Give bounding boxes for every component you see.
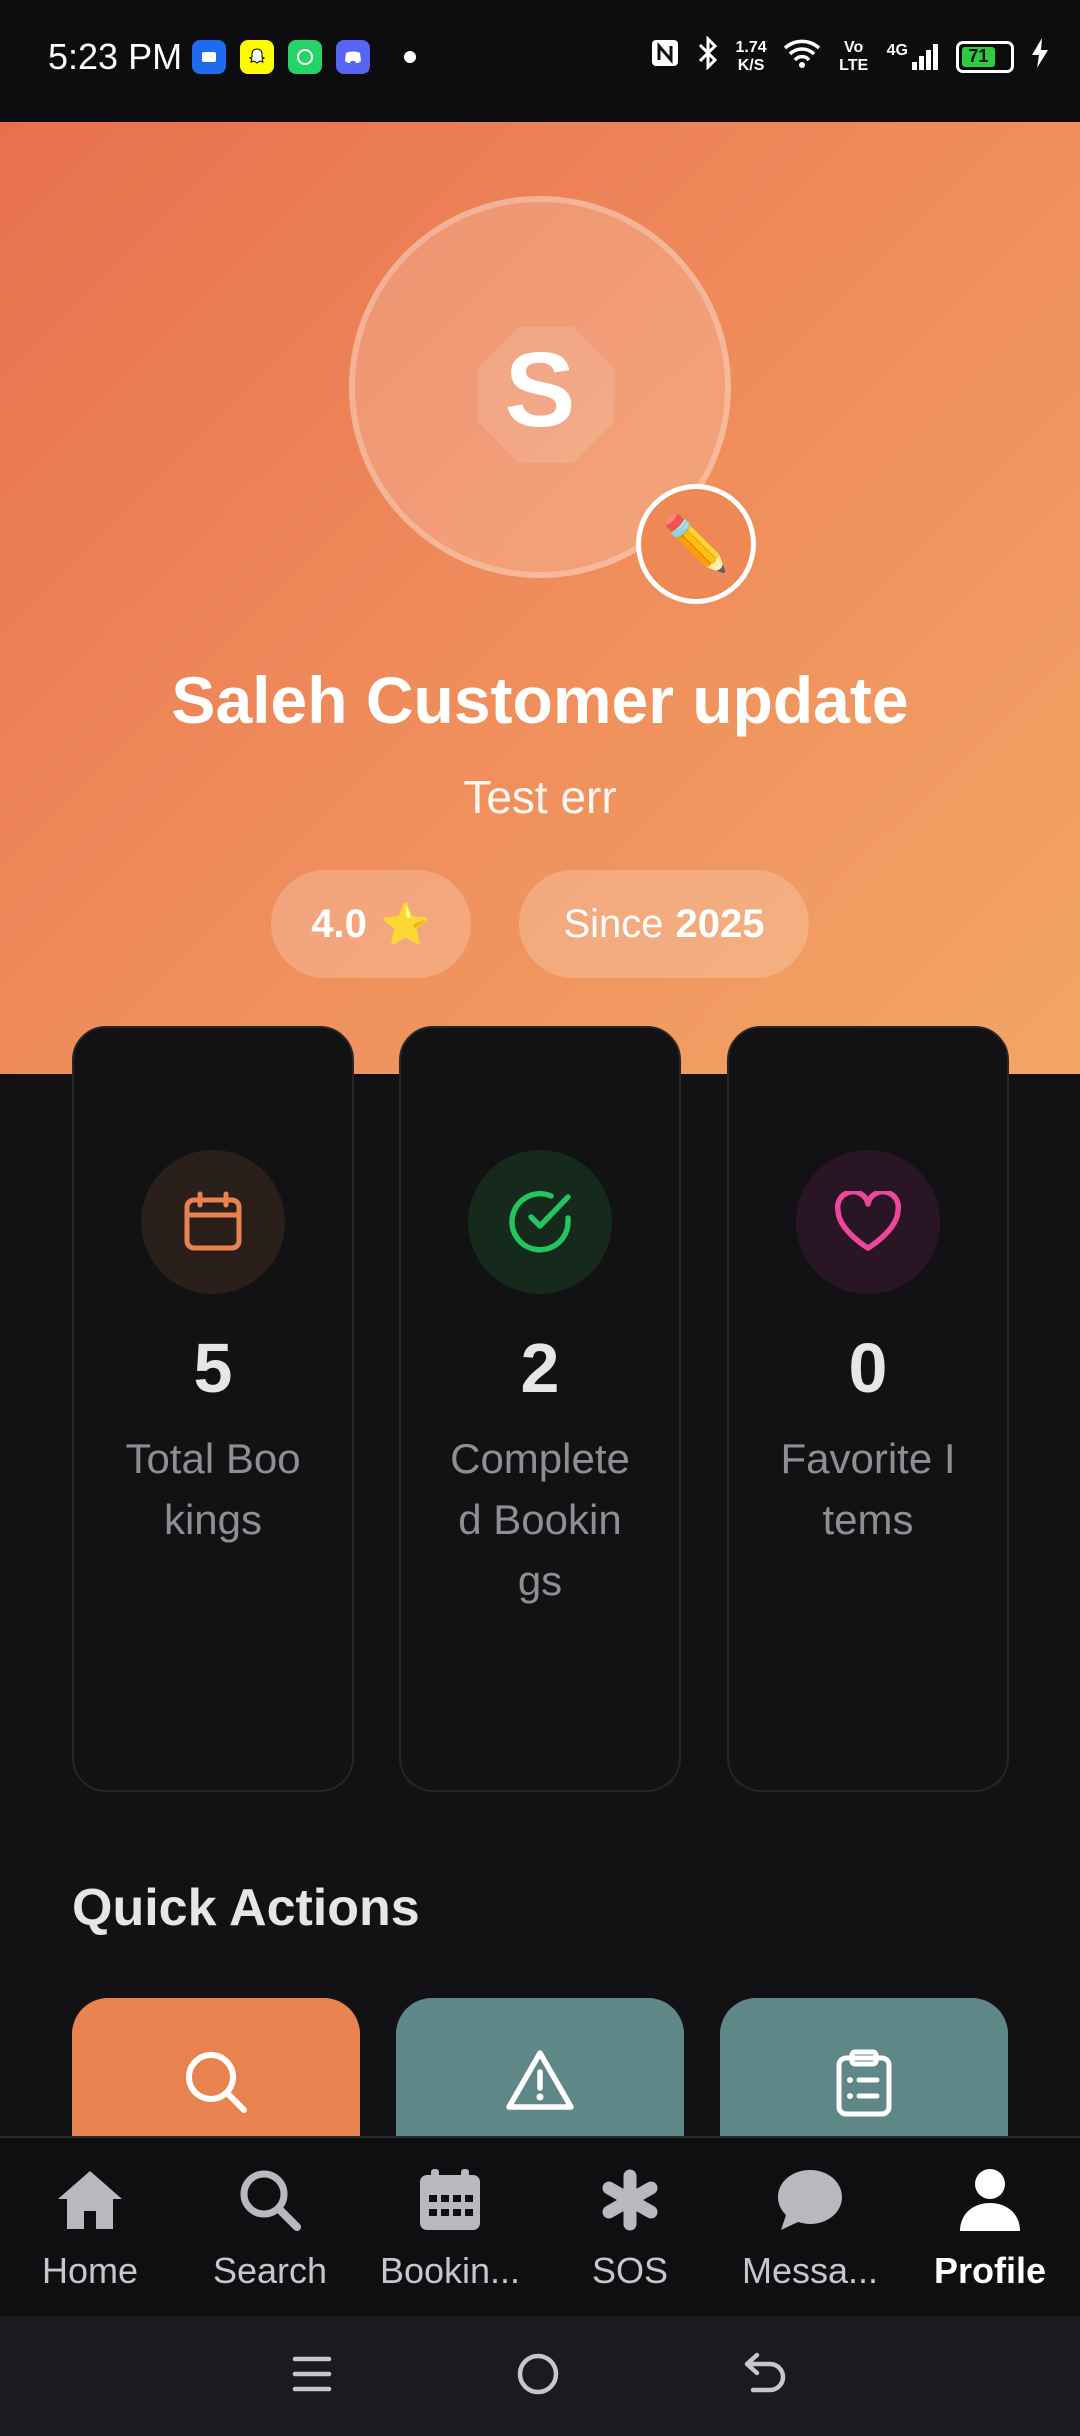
signal-icon: 4G bbox=[887, 42, 940, 72]
nfc-icon bbox=[650, 38, 680, 75]
nav-label: Home bbox=[41, 2250, 139, 2291]
star-icon: ⭐ bbox=[380, 902, 431, 947]
nav-item-profile[interactable]: Profile bbox=[900, 2138, 1080, 2316]
charging-icon bbox=[1030, 37, 1050, 76]
profile-name: Saleh Customer update bbox=[171, 663, 909, 737]
heart-icon bbox=[796, 1150, 940, 1294]
user-icon bbox=[954, 2164, 1026, 2236]
rating-badge: 4.0 ⭐ bbox=[271, 870, 471, 978]
nav-item-search[interactable]: Search bbox=[180, 2138, 360, 2316]
nav-label: Search bbox=[212, 2250, 328, 2291]
notification-icons bbox=[192, 40, 416, 74]
stat-card-favorite-items[interactable]: 0 Favorite Items bbox=[727, 1026, 1009, 1792]
search-icon bbox=[234, 2164, 306, 2236]
edit-profile-button[interactable]: ✏️ bbox=[636, 484, 756, 604]
rating-value: 4.0 bbox=[311, 901, 367, 946]
status-bar: 5:23 PM 1.74 K/S Vo LTE 4G 71 bbox=[0, 0, 1080, 122]
nav-label: Bookin... bbox=[379, 2250, 521, 2291]
nav-item-home[interactable]: Home bbox=[0, 2138, 180, 2316]
chat-icon bbox=[774, 2164, 846, 2236]
stat-value: 2 bbox=[520, 1329, 560, 1407]
quick-actions-title: Quick Actions bbox=[72, 1879, 420, 1937]
profile-header: S ✏️ Saleh Customer update Test err 4.0 … bbox=[0, 122, 1080, 1074]
calendar-icon bbox=[141, 1150, 285, 1294]
asterisk-icon bbox=[594, 2164, 666, 2236]
nav-label: Messa... bbox=[741, 2250, 879, 2291]
recent-apps-button[interactable] bbox=[291, 2353, 333, 2400]
battery-icon: 71 bbox=[956, 40, 1014, 73]
stat-value: 5 bbox=[193, 1329, 233, 1407]
home-icon bbox=[54, 2164, 126, 2236]
since-label: Since bbox=[563, 901, 664, 946]
stat-card-total-bookings[interactable]: 5 Total Bookings bbox=[72, 1026, 354, 1792]
snapchat-app-icon bbox=[240, 40, 274, 74]
bluetooth-icon bbox=[696, 35, 720, 77]
member-since-badge: Since 2025 bbox=[519, 870, 809, 978]
system-navigation-bar bbox=[0, 2316, 1080, 2436]
nav-label: Profile bbox=[933, 2250, 1047, 2291]
network-speed: 1.74 K/S bbox=[735, 38, 767, 74]
nav-item-sos[interactable]: SOS bbox=[540, 2138, 720, 2316]
stat-label: Total Bookings bbox=[125, 1435, 301, 1543]
wifi-icon bbox=[783, 38, 821, 75]
avatar-initial: S bbox=[504, 331, 576, 449]
status-time: 5:23 PM bbox=[48, 36, 183, 77]
system-status-icons: 1.74 K/S Vo LTE 4G 71 bbox=[650, 35, 1050, 77]
check-circle-icon bbox=[468, 1150, 612, 1294]
more-notifications-dot bbox=[404, 51, 416, 63]
discord-app-icon bbox=[336, 40, 370, 74]
nav-item-messages[interactable]: Messa... bbox=[720, 2138, 900, 2316]
stat-label: Completed Bookings bbox=[450, 1435, 630, 1604]
bottom-navigation: Home Search Bookin... SOS Messa... Profi… bbox=[0, 2136, 1080, 2316]
calendar-icon bbox=[414, 2164, 486, 2236]
stat-label: Favorite Items bbox=[780, 1435, 956, 1543]
pencil-icon: ✏️ bbox=[662, 513, 730, 574]
nav-label: SOS bbox=[591, 2250, 669, 2291]
nav-item-bookings[interactable]: Bookin... bbox=[360, 2138, 540, 2316]
whatsapp-app-icon bbox=[288, 40, 322, 74]
profile-subtitle: Test err bbox=[463, 771, 617, 823]
volte-indicator: Vo LTE bbox=[839, 38, 869, 74]
stat-value: 0 bbox=[848, 1329, 888, 1407]
stat-card-completed-bookings[interactable]: 2 Completed Bookings bbox=[399, 1026, 681, 1792]
since-year: 2025 bbox=[675, 901, 765, 946]
messenger-app-icon bbox=[192, 40, 226, 74]
back-button[interactable] bbox=[743, 2351, 789, 2402]
home-button[interactable] bbox=[515, 2351, 561, 2402]
